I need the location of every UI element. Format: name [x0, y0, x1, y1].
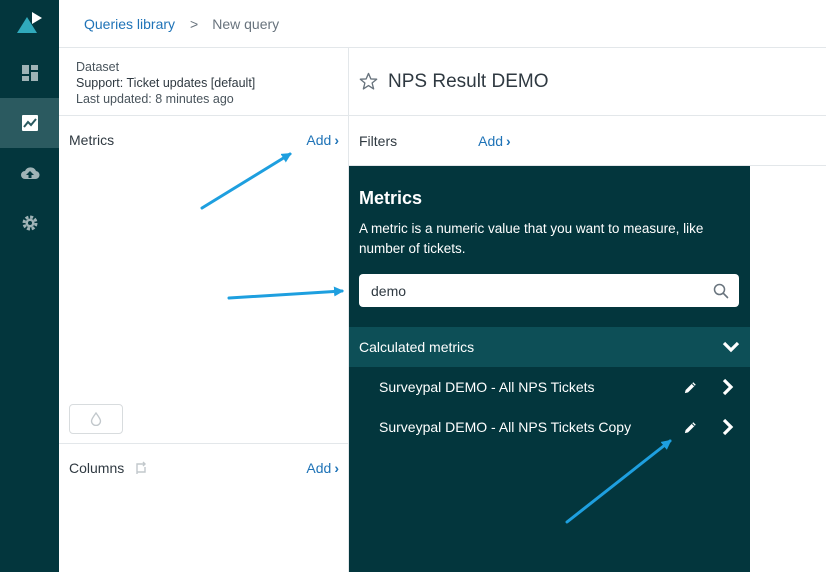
chevron-right-icon: [722, 418, 734, 436]
edit-metric-button[interactable]: [678, 375, 702, 399]
metric-item-label: Surveypal DEMO - All NPS Tickets Copy: [379, 419, 632, 435]
columns-label: Columns: [69, 460, 125, 476]
dataset-info[interactable]: Dataset Support: Ticket updates [default…: [59, 48, 348, 116]
add-metric-label: Add: [306, 132, 332, 148]
popup-description: A metric is a numeric value that you wan…: [359, 221, 704, 256]
add-column-label: Add: [306, 460, 332, 476]
pencil-icon: [684, 381, 696, 393]
chevron-right-icon: ›: [506, 132, 511, 149]
logo-icon[interactable]: [0, 0, 59, 48]
dataset-name: Support: Ticket updates [default]: [76, 76, 256, 90]
nav-rail: [0, 0, 59, 572]
nav-settings[interactable]: [0, 198, 59, 248]
calculated-metrics-group[interactable]: Calculated metrics: [349, 327, 750, 367]
breadcrumb-separator: >: [190, 15, 199, 32]
columns-section: Columns Add ›: [59, 444, 349, 492]
metrics-label: Metrics: [69, 132, 115, 148]
columns-header: Columns: [69, 460, 149, 476]
breadcrumb-queries-library[interactable]: Queries library: [84, 16, 175, 32]
add-metric-button[interactable]: Add ›: [306, 132, 339, 148]
query-title[interactable]: NPS Result DEMO: [388, 71, 548, 93]
query-config-panel: Dataset Support: Ticket updates [default…: [59, 48, 349, 572]
dataset-heading: Dataset: [76, 60, 120, 74]
gear-icon: [22, 215, 37, 231]
swap-icon[interactable]: [133, 461, 149, 475]
metric-item[interactable]: Surveypal DEMO - All NPS Tickets Copy: [349, 407, 750, 447]
search-icon[interactable]: [713, 283, 729, 299]
nav-reports[interactable]: [0, 98, 59, 148]
pencil-icon: [684, 421, 696, 433]
nav-dashboard[interactable]: [0, 48, 59, 98]
query-title-bar: NPS Result DEMO: [349, 48, 826, 116]
filters-bar: Filters Add ›: [349, 116, 826, 166]
metrics-section: Metrics Add ›: [59, 117, 349, 444]
metric-search-input[interactable]: [371, 282, 713, 299]
chevron-right-icon: [722, 378, 734, 396]
upload-icon: [20, 167, 40, 180]
dashboard-icon: [21, 65, 38, 81]
add-column-button[interactable]: Add ›: [306, 460, 339, 476]
chevron-down-icon: [722, 341, 740, 353]
edit-metric-button[interactable]: [678, 415, 702, 439]
breadcrumb: Queries library > New query: [59, 0, 826, 48]
add-filter-label: Add: [478, 132, 504, 149]
metric-drop-zone[interactable]: [69, 404, 123, 434]
metric-item-label: Surveypal DEMO - All NPS Tickets: [379, 379, 595, 395]
star-icon[interactable]: [359, 72, 378, 91]
filters-label: Filters: [359, 132, 398, 149]
group-label: Calculated metrics: [359, 339, 475, 355]
metric-search: [359, 274, 739, 307]
open-metric-button[interactable]: [716, 375, 740, 399]
dataset-updated: Last updated: 8 minutes ago: [76, 92, 234, 106]
chevron-right-icon: ›: [334, 460, 339, 476]
metrics-popup: Metrics A metric is a numeric value that…: [349, 166, 750, 572]
add-filter-button[interactable]: Add ›: [478, 133, 511, 149]
chevron-right-icon: ›: [334, 132, 339, 148]
nav-upload[interactable]: [0, 148, 59, 198]
breadcrumb-current: New query: [212, 15, 280, 32]
reports-icon: [21, 115, 38, 131]
popup-title: Metrics: [359, 188, 423, 208]
metric-item[interactable]: Surveypal DEMO - All NPS Tickets: [349, 367, 750, 407]
drop-icon: [90, 412, 102, 426]
open-metric-button[interactable]: [716, 415, 740, 439]
